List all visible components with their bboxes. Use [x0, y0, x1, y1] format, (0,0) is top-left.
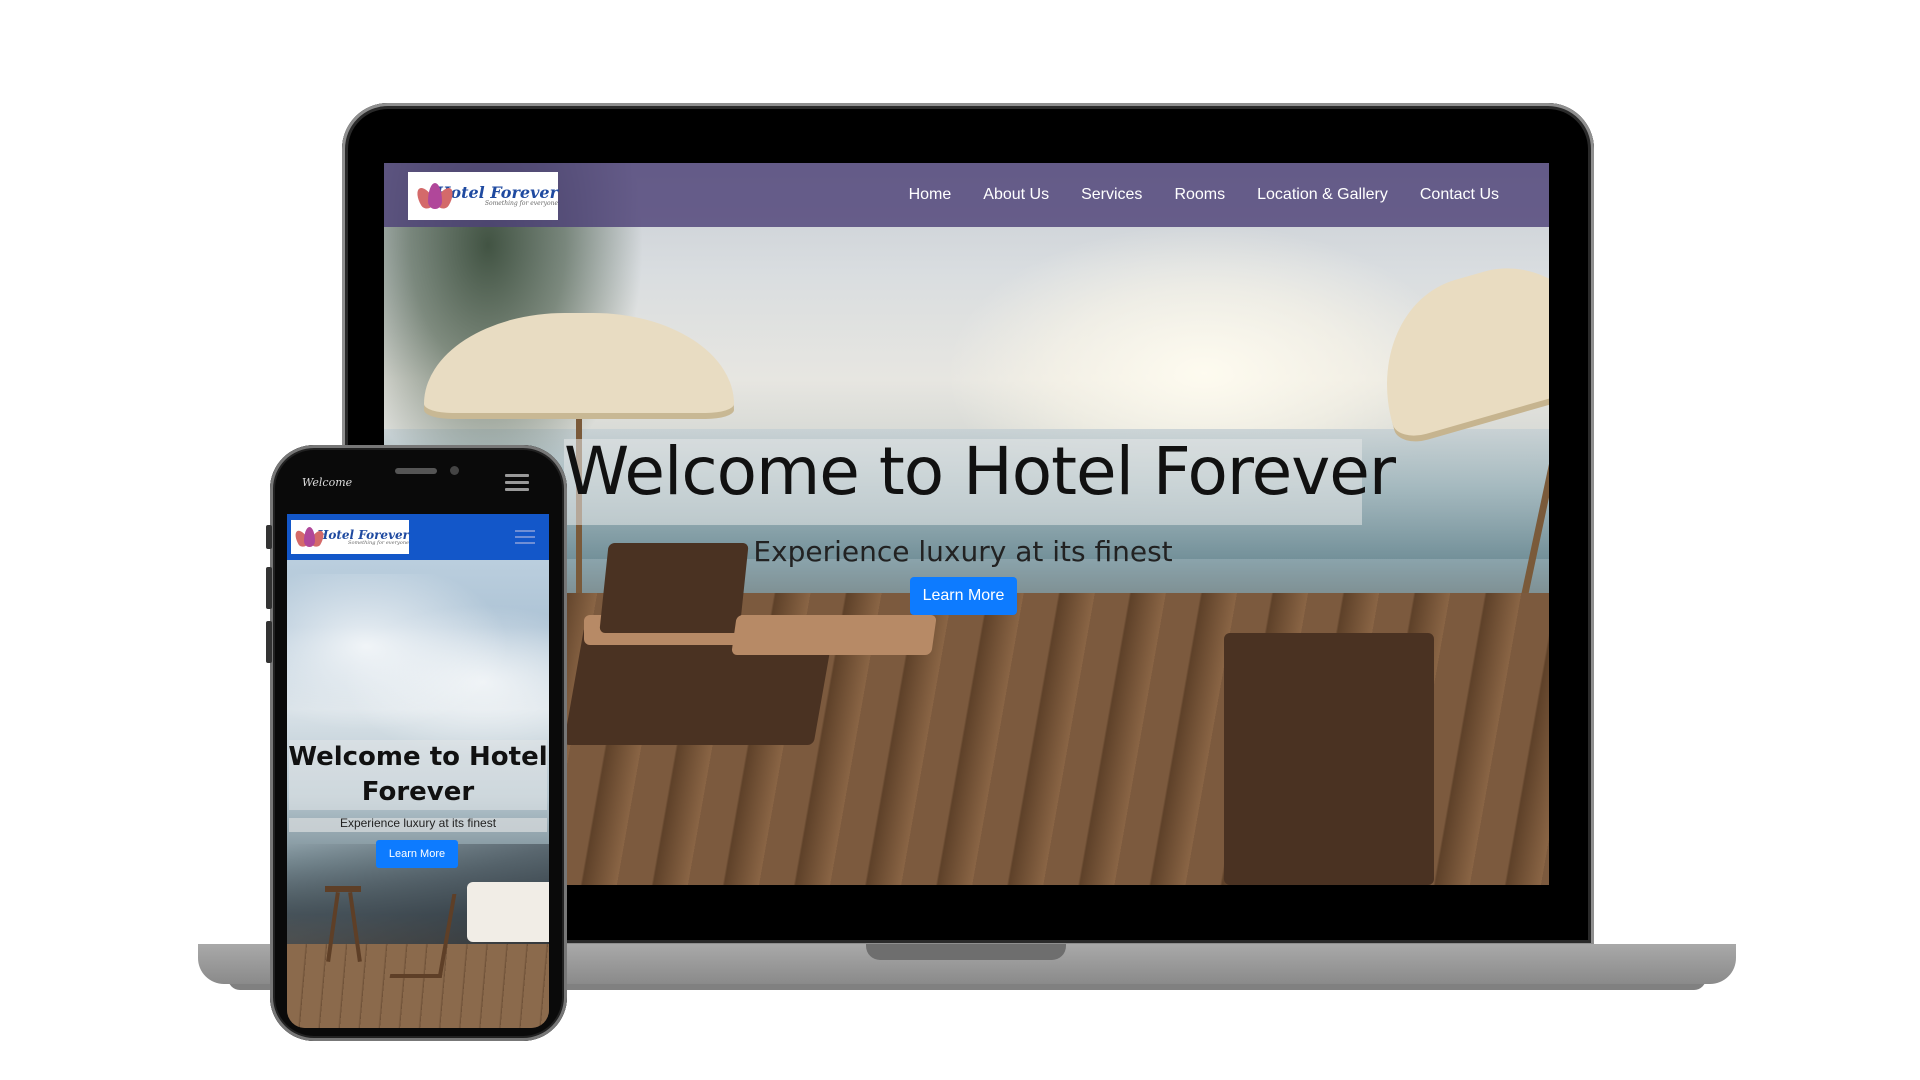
mobile-website: Hotel Forever Something for everyone Wel…: [287, 514, 549, 1028]
mobile-hero-title: Welcome to Hotel Forever: [288, 742, 548, 807]
hamburger-menu-icon[interactable]: [515, 530, 535, 546]
learn-more-button[interactable]: Learn More: [910, 577, 1017, 615]
nav-location-gallery[interactable]: Location & Gallery: [1257, 186, 1388, 204]
logo-text: Hotel Forever Something for everyone: [435, 185, 558, 207]
mobile-hero-sofa: [467, 882, 549, 942]
nav-about-us[interactable]: About Us: [983, 186, 1049, 204]
phone-side-button: [266, 621, 272, 663]
logo-text: Hotel Forever Something for everyone: [317, 529, 409, 546]
mobile-hero-background: [287, 574, 549, 754]
mobile-navbar: Hotel Forever Something for everyone: [287, 514, 549, 560]
laptop-notch: [866, 944, 1066, 960]
mobile-learn-more-button[interactable]: Learn More: [376, 840, 458, 868]
mobile-logo[interactable]: Hotel Forever Something for everyone: [291, 520, 409, 554]
lounger: [1224, 633, 1434, 885]
mobile-hero-table: [325, 886, 361, 892]
phone-side-button: [266, 525, 272, 549]
nav-services[interactable]: Services: [1081, 186, 1142, 204]
nav-home[interactable]: Home: [909, 186, 952, 204]
mobile-hero-subtitle: Experience luxury at its finest: [339, 816, 497, 830]
phone-speaker: [395, 468, 437, 474]
desktop-logo[interactable]: Hotel Forever Something for everyone: [408, 172, 558, 220]
desktop-navbar: Hotel Forever Something for everyone Hom…: [384, 163, 1549, 227]
desktop-nav-menu: Home About Us Services Rooms Location & …: [909, 163, 1499, 227]
hero-subtitle: Experience luxury at its finest: [753, 535, 1173, 568]
lotus-logo-icon: [413, 183, 457, 212]
phone-status-text: Welcome: [302, 476, 353, 489]
hero-title: Welcome to Hotel Forever: [564, 433, 1396, 510]
nav-rooms[interactable]: Rooms: [1174, 186, 1225, 204]
hamburger-menu-icon[interactable]: [505, 474, 529, 492]
phone-side-button: [266, 567, 272, 609]
phone-camera: [450, 466, 459, 475]
lounger-cushion: [731, 615, 937, 655]
lotus-logo-icon: [292, 527, 327, 549]
nav-contact-us[interactable]: Contact Us: [1420, 186, 1499, 204]
